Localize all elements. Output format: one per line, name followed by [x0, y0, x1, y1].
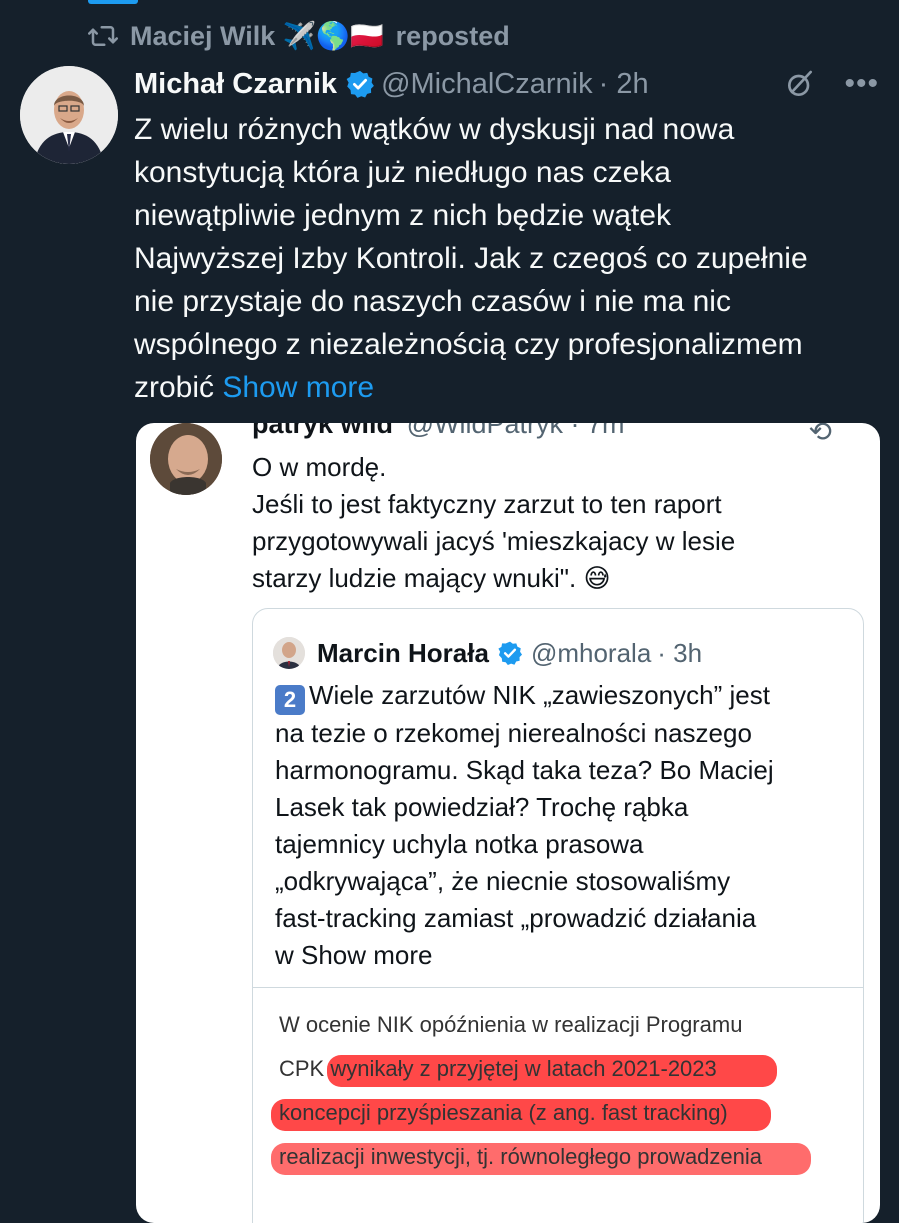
quote-handle: @mhorala [530, 637, 652, 668]
quote-header: Marcin Horała @mhorala · 3h [273, 637, 702, 669]
quote-body: 2 Wiele zarzutów NIK „zawieszonych” jest … [275, 677, 845, 974]
embedded-grok-icon: ⟲ [808, 423, 832, 447]
tweet-header: Michał Czarnik @MichalCzarnik · 2h ••• [134, 64, 879, 104]
tweet-body: Z wielu różnych wątków w dyskusji nad no… [134, 108, 884, 409]
document-line-highlighted: koncepcji przyśpieszania (z ang. fast tr… [271, 1091, 839, 1135]
embedded-text: O w mordę. Jeśli to jest faktyczny zarzu… [252, 452, 736, 593]
embedded-handle: @WildPatryk · 7m [406, 423, 625, 439]
quote-author: Marcin Horała [317, 637, 489, 668]
document-line-highlighted: CPK wynikały z przyjętej w latach 2021-2… [279, 1047, 839, 1091]
quoted-tweet: Marcin Horała @mhorala · 3h 2 Wiele zarzu… [252, 608, 864, 1223]
quote-time: · 3h [657, 637, 703, 668]
top-tab-indicator [88, 0, 138, 4]
more-options-icon[interactable]: ••• [844, 69, 879, 99]
embedded-avatar [150, 423, 222, 495]
repost-context[interactable]: Maciej Wilk ✈️🌎🇵🇱 reposted [88, 18, 510, 54]
quote-verified-icon [498, 641, 522, 666]
show-more-link[interactable]: Show more [222, 371, 374, 404]
quote-divider [253, 987, 863, 988]
author-handle[interactable]: @MichalCzarnik [381, 68, 593, 101]
document-line: W ocenie NIK opóźnienia w realizacji Pro… [279, 1012, 743, 1037]
keycap-two-icon: 2 [275, 685, 305, 715]
quote-avatar [273, 637, 305, 669]
grok-icon[interactable] [784, 68, 816, 100]
embedded-screenshot[interactable]: patryk wild @WildPatryk · 7m ⟲ O w mordę… [136, 423, 880, 1223]
embedded-author: patryk wild [252, 423, 394, 439]
tweet-time[interactable]: · 2h [599, 68, 649, 101]
embedded-header: patryk wild @WildPatryk · 7m [252, 423, 625, 440]
document-line-highlighted: realizacji inwestycji, tj. równoległego … [271, 1135, 839, 1179]
verified-badge-icon [346, 70, 374, 98]
quote-text: Wiele zarzutów NIK „zawieszonych” jest n… [275, 680, 774, 970]
author-name[interactable]: Michał Czarnik [134, 68, 337, 101]
repost-author[interactable]: Maciej Wilk ✈️🌎🇵🇱 [130, 20, 384, 52]
tweet-text: Z wielu różnych wątków w dyskusji nad no… [134, 113, 808, 404]
repost-icon [88, 26, 118, 46]
repost-label: reposted [395, 20, 510, 51]
document-excerpt: W ocenie NIK opóźnienia w realizacji Pro… [271, 1003, 839, 1179]
author-avatar[interactable] [20, 66, 118, 164]
